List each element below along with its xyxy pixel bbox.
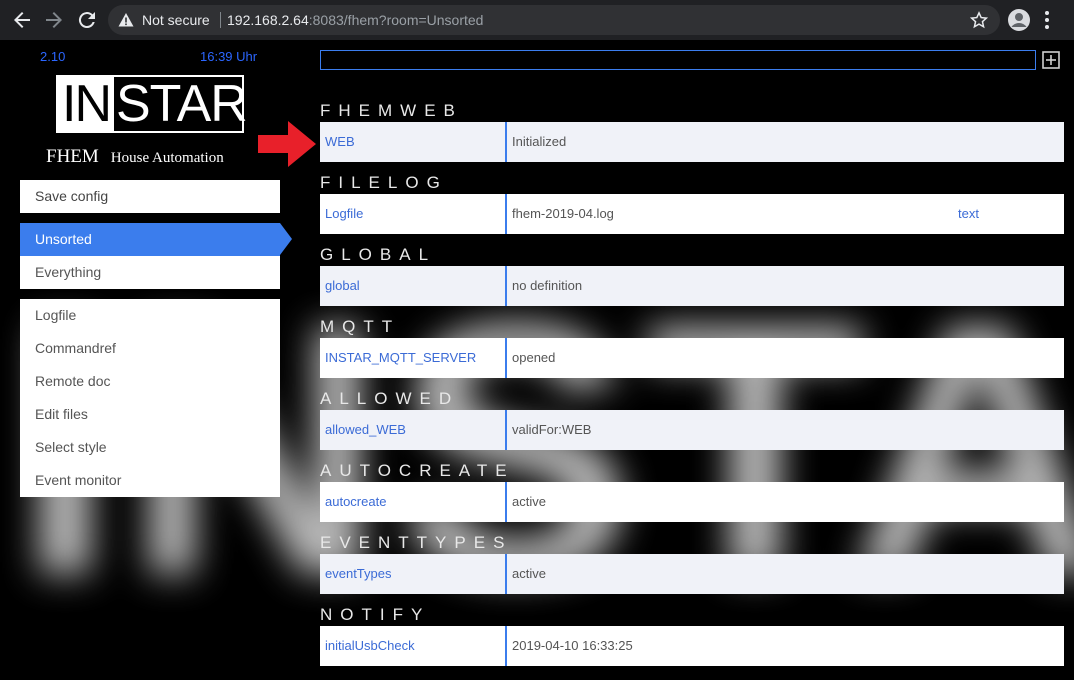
- cell-divider: [505, 482, 507, 522]
- logo-in: IN: [58, 77, 114, 131]
- device-state: validFor:WEB: [512, 422, 592, 437]
- device-state: Initialized: [512, 134, 567, 149]
- table-row: INSTAR_MQTT_SERVER opened: [320, 338, 1064, 378]
- subtitle-house: House Automation: [110, 150, 224, 166]
- kebab-menu-icon[interactable]: [1044, 10, 1050, 35]
- device-link[interactable]: global: [325, 266, 360, 306]
- profile-avatar-icon[interactable]: [1008, 9, 1030, 36]
- cell-divider: [505, 266, 507, 306]
- url-text[interactable]: 192.168.2.64:8083/fhem?room=Unsorted: [227, 12, 483, 28]
- menu-link-edit-files[interactable]: Edit files: [20, 398, 280, 431]
- table-row: eventTypes active: [320, 554, 1064, 594]
- text-link[interactable]: text: [958, 194, 979, 234]
- section-eventtypes: EVENTTYPES eventTypes active: [320, 533, 1064, 594]
- not-secure-label: Not secure: [142, 12, 210, 28]
- table-row: Logfile fhem-2019-04.log text: [320, 194, 1064, 234]
- reload-icon[interactable]: [75, 8, 99, 32]
- device-link[interactable]: allowed_WEB: [325, 410, 406, 450]
- menu-link-select-style[interactable]: Select style: [20, 431, 280, 464]
- device-state: active: [512, 494, 546, 509]
- device-state: fhem-2019-04.log: [512, 206, 614, 221]
- menu-link-remote-doc[interactable]: Remote doc: [20, 365, 280, 398]
- menu-link-commandref[interactable]: Commandref: [20, 332, 280, 365]
- address-bar[interactable]: Not secure 192.168.2.64:8083/fhem?room=U…: [108, 5, 1000, 35]
- section-title: FHEMWEB: [320, 101, 463, 120]
- back-arrow-icon[interactable]: [10, 8, 34, 32]
- command-input[interactable]: [320, 50, 1036, 70]
- version-label: 2.10: [40, 49, 66, 64]
- cell-divider: [505, 122, 507, 162]
- link-menu: Logfile Commandref Remote doc Edit files…: [20, 299, 280, 497]
- section-title: AUTOCREATE: [320, 461, 515, 480]
- url-separator: [220, 12, 221, 28]
- section-fhemweb: FHEMWEB WEB Initialized: [320, 101, 1064, 162]
- device-state: active: [512, 566, 546, 581]
- device-link[interactable]: INSTAR_MQTT_SERVER: [325, 338, 476, 378]
- cell-divider: [505, 410, 507, 450]
- device-state: opened: [512, 350, 556, 365]
- bookmark-star-icon[interactable]: [969, 11, 989, 34]
- table-row: allowed_WEB validFor:WEB: [320, 410, 1064, 450]
- warning-icon: [118, 12, 134, 33]
- forward-arrow-icon[interactable]: [42, 8, 66, 32]
- section-autocreate: AUTOCREATE autocreate active: [320, 461, 1064, 522]
- clock-label: 16:39 Uhr: [200, 49, 258, 64]
- instar-logo[interactable]: IN STAR: [56, 75, 248, 133]
- red-arrow-icon: [258, 121, 316, 172]
- subtitle-fhem: FHEM: [46, 146, 99, 167]
- device-state: no definition: [512, 278, 583, 293]
- cell-divider: [505, 194, 507, 234]
- cell-divider: [505, 626, 507, 666]
- menu-link-logfile[interactable]: Logfile: [20, 299, 280, 332]
- section-title: NOTIFY: [320, 605, 431, 624]
- url-path: :8083/fhem?room=Unsorted: [308, 12, 484, 28]
- logo-star: STAR: [116, 75, 248, 133]
- device-link[interactable]: autocreate: [325, 482, 386, 522]
- url-host: 192.168.2.64: [227, 12, 309, 28]
- device-link[interactable]: initialUsbCheck: [325, 626, 415, 666]
- room-menu: Unsorted Everything: [20, 223, 292, 289]
- section-title: MQTT: [320, 317, 401, 336]
- table-row: WEB Initialized: [320, 122, 1064, 162]
- add-plus-icon[interactable]: [1042, 51, 1060, 74]
- section-title: ALLOWED: [320, 389, 460, 408]
- section-notify: NOTIFY initialUsbCheck 2019-04-10 16:33:…: [320, 605, 1064, 666]
- save-config-button[interactable]: Save config: [20, 180, 280, 213]
- device-link[interactable]: eventTypes: [325, 554, 392, 594]
- table-row: global no definition: [320, 266, 1064, 306]
- table-row: initialUsbCheck 2019-04-10 16:33:25: [320, 626, 1064, 666]
- section-title: EVENTTYPES: [320, 533, 513, 552]
- section-allowed: ALLOWED allowed_WEB validFor:WEB: [320, 389, 1064, 450]
- logo-subtitle: FHEM House Automation: [46, 146, 224, 168]
- table-row: autocreate active: [320, 482, 1064, 522]
- room-item-unsorted[interactable]: Unsorted: [20, 223, 292, 256]
- section-title: GLOBAL: [320, 245, 437, 264]
- device-link[interactable]: WEB: [325, 122, 355, 162]
- section-mqtt: MQTT INSTAR_MQTT_SERVER opened: [320, 317, 1064, 378]
- menu-link-event-monitor[interactable]: Event monitor: [20, 464, 280, 497]
- section-filelog: FILELOG Logfile fhem-2019-04.log text: [320, 173, 1064, 234]
- device-link[interactable]: Logfile: [325, 194, 363, 234]
- room-item-everything[interactable]: Everything: [20, 256, 280, 289]
- device-state: 2019-04-10 16:33:25: [512, 638, 633, 653]
- cell-divider: [505, 554, 507, 594]
- section-title: FILELOG: [320, 173, 448, 192]
- save-config-block: Save config: [20, 180, 280, 213]
- browser-toolbar: Not secure 192.168.2.64:8083/fhem?room=U…: [0, 0, 1074, 40]
- section-global: GLOBAL global no definition: [320, 245, 1064, 306]
- cell-divider: [505, 338, 507, 378]
